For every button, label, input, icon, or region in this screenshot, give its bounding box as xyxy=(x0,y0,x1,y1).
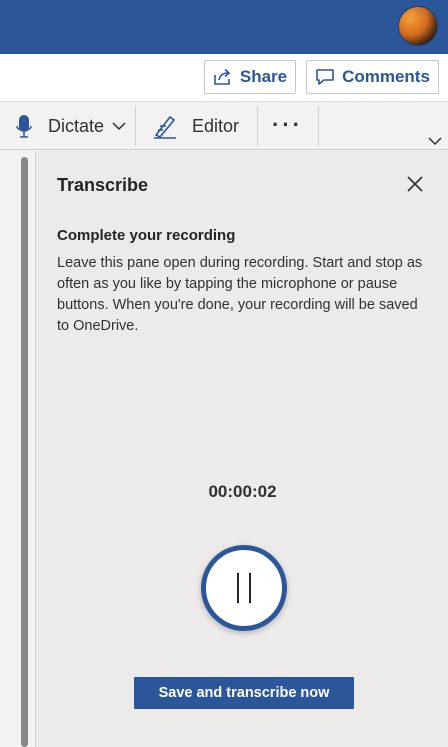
editor-button[interactable]: Editor xyxy=(152,102,239,150)
document-area xyxy=(0,151,36,747)
comment-icon xyxy=(316,69,334,85)
pause-button[interactable] xyxy=(201,545,287,631)
share-button[interactable]: Share xyxy=(204,60,296,94)
close-icon[interactable] xyxy=(406,175,424,193)
pause-icon xyxy=(237,573,239,603)
comments-label: Comments xyxy=(342,67,430,86)
editor-icon xyxy=(154,115,176,139)
title-bar xyxy=(0,0,448,54)
microphone-icon xyxy=(16,115,32,138)
save-and-transcribe-button[interactable]: Save and transcribe now xyxy=(134,677,354,709)
share-icon xyxy=(214,68,231,85)
action-bar: Share Comments xyxy=(0,54,448,102)
dictate-button[interactable]: Dictate xyxy=(14,102,126,150)
pane-title: Transcribe xyxy=(57,175,149,195)
ribbon-expand-chevron-icon[interactable] xyxy=(428,136,442,146)
chevron-down-icon[interactable] xyxy=(112,121,126,131)
user-avatar[interactable] xyxy=(398,6,438,46)
recording-timer: 00:00:02 xyxy=(208,482,277,501)
comments-button[interactable]: Comments xyxy=(306,60,439,94)
ribbon-divider xyxy=(135,106,136,146)
pause-icon xyxy=(249,573,251,603)
ribbon-toolbar: Dictate Editor ··· xyxy=(0,102,448,150)
ribbon-divider xyxy=(318,106,319,146)
ribbon-divider xyxy=(257,106,258,146)
recording-heading: Complete your recording xyxy=(57,227,236,244)
share-label: Share xyxy=(239,67,288,86)
more-options-button[interactable]: ··· xyxy=(272,112,303,138)
recording-instructions: Leave this pane open during recording. S… xyxy=(57,255,423,334)
dictate-label: Dictate xyxy=(48,115,105,136)
transcribe-pane: Transcribe Complete your recording Leave… xyxy=(37,151,448,747)
vertical-scrollbar[interactable] xyxy=(21,157,28,747)
editor-label: Editor xyxy=(192,115,240,136)
